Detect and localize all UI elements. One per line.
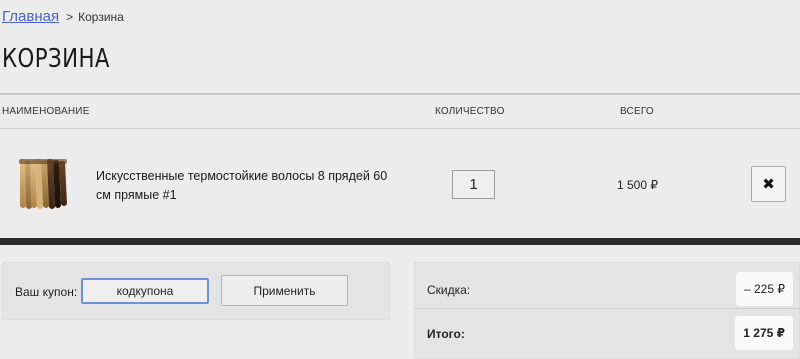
column-header-total: ВСЕГО: [620, 106, 654, 117]
discount-value: – 225 ₽: [736, 272, 793, 306]
product-name[interactable]: Искусственные термостойкие волосы 8 пряд…: [96, 167, 396, 205]
total-row: Итого: 1 275 ₽: [415, 311, 800, 351]
page-title: КОРЗИНА: [2, 44, 110, 74]
coupon-label: Ваш купон:: [15, 285, 78, 299]
total-label: Итого:: [427, 327, 465, 341]
coupon-input[interactable]: [81, 278, 209, 304]
quantity-input[interactable]: [452, 170, 495, 199]
breadcrumb-home-link[interactable]: Главная: [2, 8, 59, 25]
total-value: 1 275 ₽: [735, 316, 793, 350]
breadcrumb: Главная > Корзина: [2, 8, 124, 25]
header-divider: [0, 128, 800, 129]
apply-coupon-button[interactable]: Применить: [221, 275, 348, 306]
breadcrumb-current: Корзина: [78, 10, 124, 24]
discount-row: Скидка: – 225 ₽: [415, 267, 800, 307]
breadcrumb-separator: >: [66, 10, 74, 24]
cart-bottom-divider: [0, 238, 800, 245]
column-header-name: НАИМЕНОВАНИЕ: [2, 106, 90, 117]
line-total: 1 500 ₽: [617, 178, 658, 192]
product-image: [19, 159, 67, 209]
order-summary: Скидка: – 225 ₽ Итого: 1 275 ₽: [414, 262, 800, 359]
column-header-quantity: КОЛИЧЕСТВО: [435, 106, 505, 117]
discount-label: Скидка:: [427, 283, 471, 297]
remove-item-button[interactable]: ✖: [751, 166, 786, 202]
coupon-panel: Ваш купон: Применить: [2, 262, 390, 320]
title-divider: [0, 93, 800, 95]
summary-divider: [415, 308, 800, 309]
close-icon: ✖: [762, 176, 775, 193]
